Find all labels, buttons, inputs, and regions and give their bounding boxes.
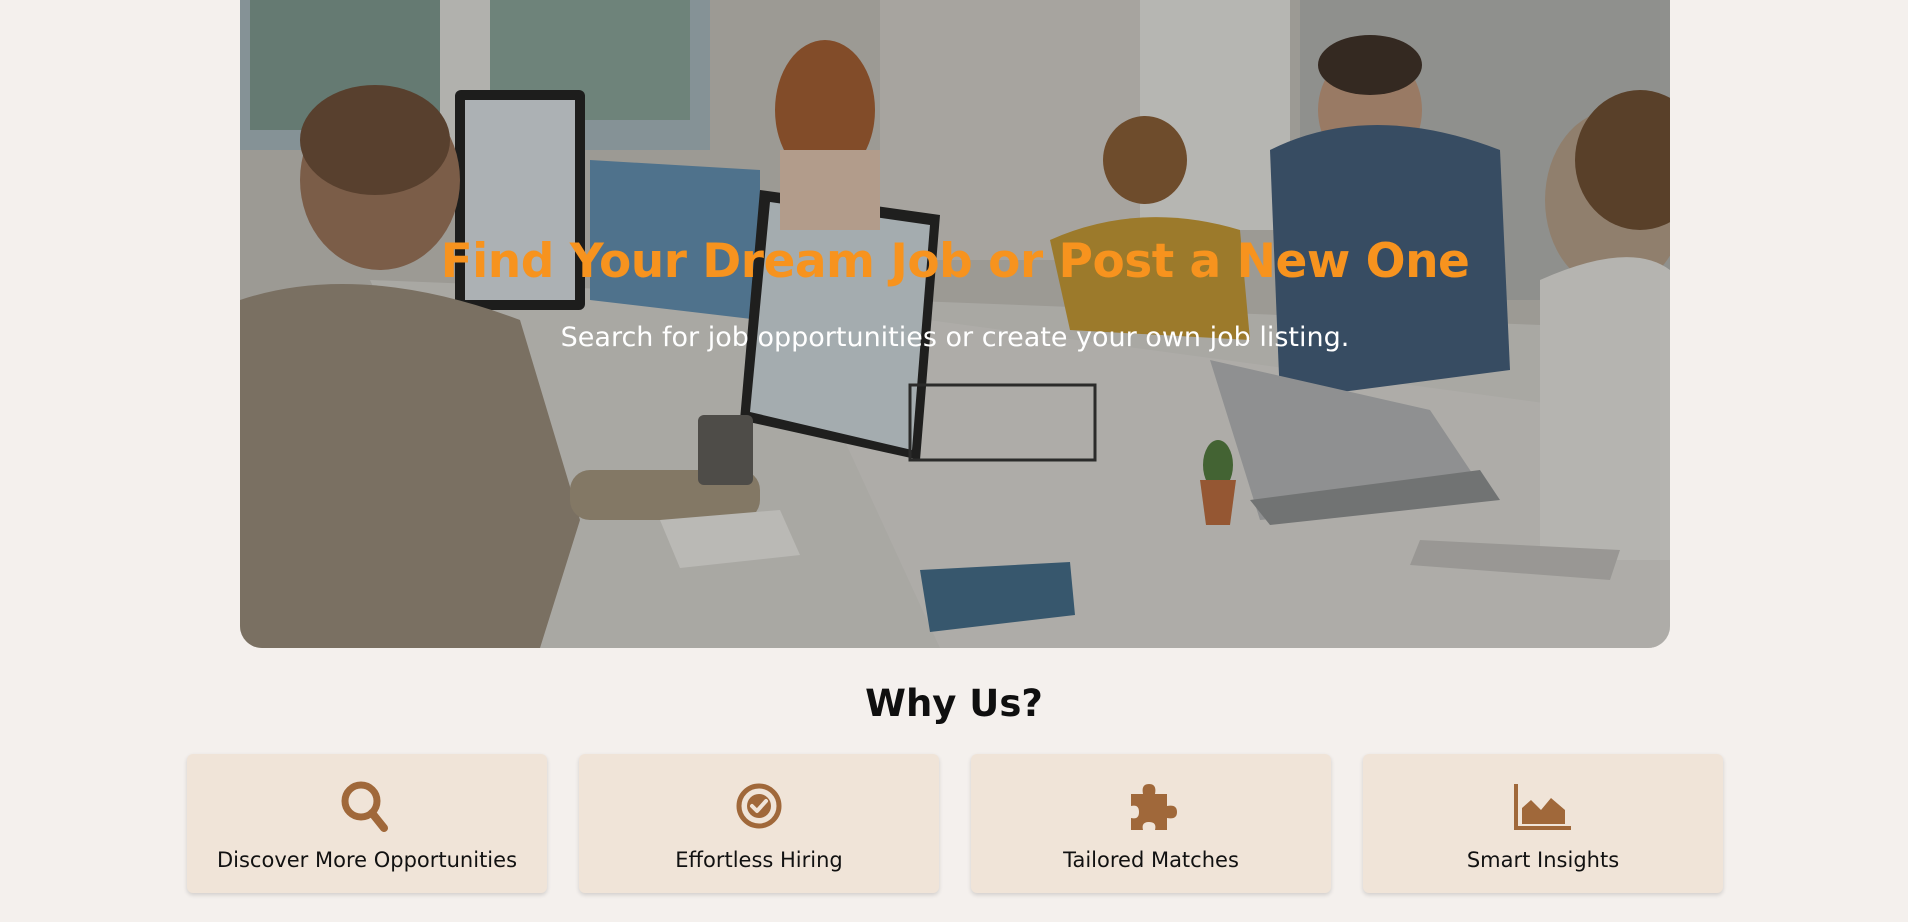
puzzle-piece-icon: [1131, 784, 1177, 830]
hero-banner: Find Your Dream Job or Post a New One Se…: [240, 0, 1670, 648]
area-chart-icon: [1514, 784, 1571, 830]
search-icon: [341, 781, 388, 832]
feature-card-matches: Tailored Matches: [971, 754, 1331, 893]
check-circle-icon: [736, 783, 782, 829]
feature-card-discover: Discover More Opportunities: [187, 754, 547, 893]
features-row: Discover More Opportunities Effortless H…: [187, 754, 1723, 893]
page: Find Your Dream Job or Post a New One Se…: [0, 0, 1908, 922]
feature-label: Smart Insights: [1466, 848, 1620, 872]
feature-card-hiring: Effortless Hiring: [579, 754, 939, 893]
feature-label: Discover More Opportunities: [216, 848, 518, 872]
feature-label: Effortless Hiring: [675, 848, 843, 872]
feature-card-insights: Smart Insights: [1363, 754, 1723, 893]
hero-subtitle: Search for job opportunities or create y…: [560, 322, 1350, 353]
feature-label: Tailored Matches: [1063, 848, 1239, 872]
why-us-heading: Why Us?: [865, 682, 1043, 725]
hero-title: Find Your Dream Job or Post a New One: [440, 234, 1470, 289]
